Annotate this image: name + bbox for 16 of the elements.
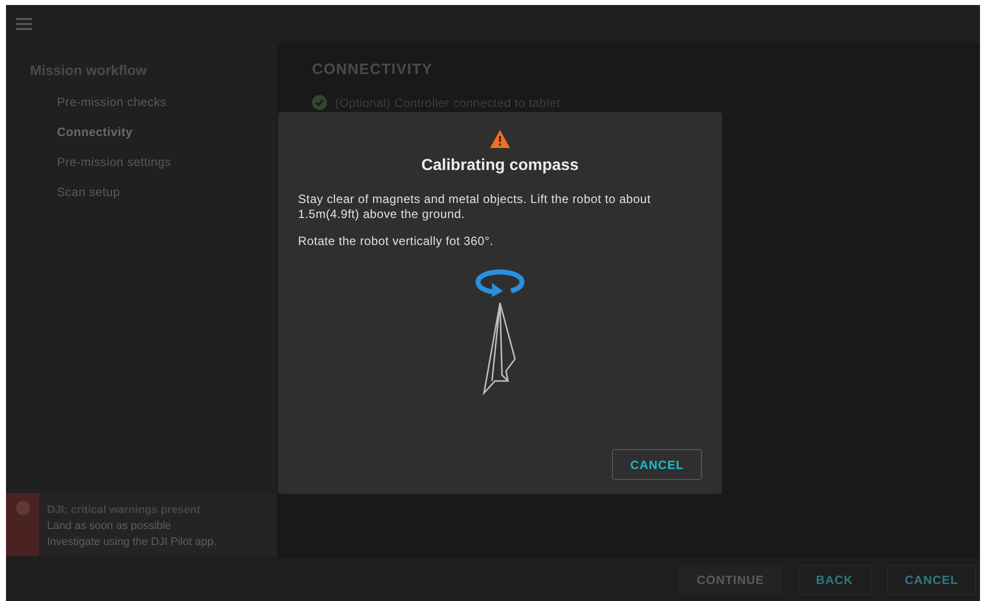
sidebar-item[interactable]: Pre-mission checks [57,87,277,117]
footer-button[interactable]: CANCEL [887,564,976,594]
dialog-cancel-button[interactable]: CANCEL [612,449,702,480]
rotate-arrow-icon [475,269,525,297]
footer-button[interactable]: BACK [798,564,871,594]
warning-text: Land as soon as possible [47,519,172,533]
error-icon [16,501,30,515]
dialog-title: Calibrating compass [421,156,579,176]
warning-text: Investigate using the DJI Pilot app. [47,535,216,549]
dialog-text: Rotate the robot vertically fot 360°. [298,234,494,249]
warning-icon [490,130,510,148]
dialog-text: Stay clear of magnets and metal objects. Lift the robot to about 1.5m(4.9ft) above the ground. [298,192,652,222]
sidebar-item[interactable]: Scan setup [57,177,277,207]
sidebar-item[interactable]: Pre-mission settings [57,147,277,177]
menu-icon[interactable] [16,18,32,30]
sidebar-item[interactable]: Connectivity [57,117,277,147]
